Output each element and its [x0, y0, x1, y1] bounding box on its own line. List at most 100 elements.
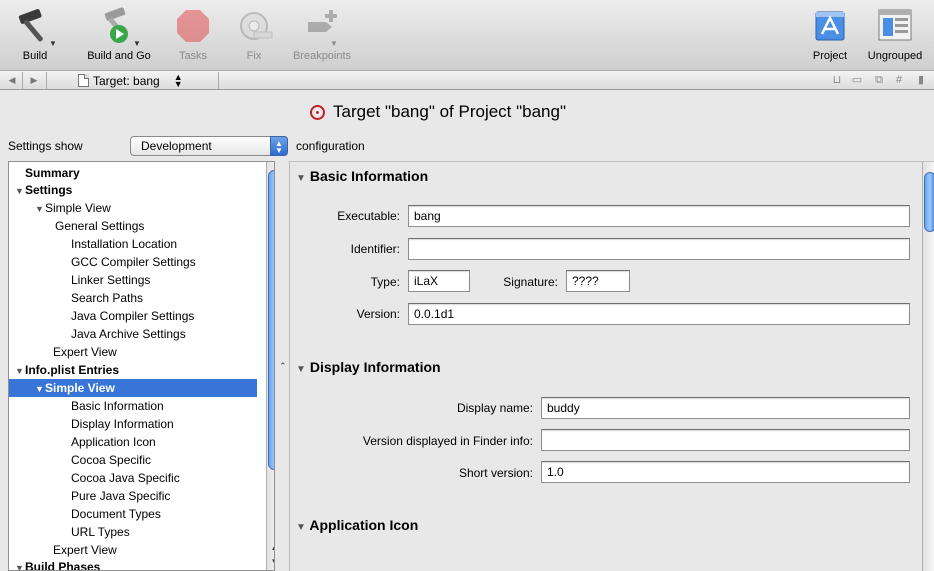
- identifier-label: Identifier:: [350, 242, 400, 256]
- sidebar-item-installation-location[interactable]: Installation Location: [9, 235, 259, 253]
- sidebar-item-java-compiler-settings[interactable]: Java Compiler Settings: [9, 307, 259, 325]
- disclosure-triangle-icon[interactable]: ▼: [15, 559, 25, 570]
- sidebar-item-general-settings[interactable]: General Settings: [9, 217, 259, 235]
- version-label: Version:: [356, 307, 400, 321]
- sidebar-item-gcc-compiler-settings[interactable]: GCC Compiler Settings: [9, 253, 259, 271]
- sidebar-item-build-phases[interactable]: ▼Build Phases: [9, 558, 259, 570]
- sidebar-item-info-plist-entries[interactable]: ▼Info.plist Entries: [9, 361, 259, 379]
- target-icon: [310, 104, 325, 120]
- tasks-button[interactable]: Tasks: [168, 2, 218, 62]
- sidebar-item-label: Simple View: [45, 201, 111, 215]
- type-label: Type:: [370, 275, 400, 289]
- version-field[interactable]: 0.0.1d1: [408, 303, 910, 325]
- sidebar-item-display-information[interactable]: Display Information: [9, 415, 259, 433]
- signature-label: Signature:: [503, 275, 558, 289]
- disclosure-triangle-icon[interactable]: ▼: [296, 522, 306, 533]
- settings-row: Settings show Development ▲ ▼ configurati…: [0, 133, 934, 161]
- configuration-value: Development: [141, 139, 212, 153]
- build-button[interactable]: ▼ Build: [10, 2, 60, 62]
- settings-outline: Summary ▼Settings ▼Simple View General S…: [8, 161, 275, 571]
- path-bar: ◀ ▶ Target: bang ▲ ▼ ⊔ ▭ ⧉ # ▮: [0, 70, 934, 90]
- short-version-field[interactable]: 1.0: [541, 461, 910, 483]
- project-button[interactable]: Project: [804, 2, 856, 62]
- sidebar-scroll-thumb[interactable]: [268, 170, 274, 470]
- sidebar-item-settings[interactable]: ▼Settings: [9, 181, 259, 199]
- split-view-divider[interactable]: ⌃: [275, 161, 289, 571]
- sidebar-item-label: Expert View: [53, 543, 117, 557]
- scroll-up-arrow-icon[interactable]: ▲: [268, 542, 274, 554]
- disclosure-triangle-icon[interactable]: ▼: [15, 362, 25, 380]
- lock-icon[interactable]: ▮: [912, 73, 930, 87]
- forward-arrow-icon[interactable]: ▶: [26, 73, 42, 87]
- detail-scroll-thumb[interactable]: [924, 172, 934, 232]
- breakpoints-button[interactable]: ▼ Breakpoints: [282, 2, 362, 62]
- sidebar-item-expert-view[interactable]: Expert View: [9, 343, 259, 361]
- application-icon-header[interactable]: ▼ Application Icon: [296, 517, 418, 533]
- counterpart-icon[interactable]: ⧉: [870, 73, 888, 87]
- sidebar-item-label: General Settings: [55, 219, 145, 233]
- sidebar-item-label: Info.plist Entries: [25, 363, 120, 377]
- tasks-label: Tasks: [178, 50, 208, 62]
- detail-scrollbar[interactable]: [922, 162, 934, 571]
- disclosure-triangle-icon[interactable]: ▼: [15, 182, 25, 200]
- configuration-suffix: configuration: [296, 139, 365, 153]
- sidebar-item-summary[interactable]: Summary: [9, 164, 259, 182]
- sidebar-item-label: Display Information: [71, 417, 174, 431]
- bookmarks-icon[interactable]: ⊔: [828, 73, 846, 87]
- sidebar-item-basic-information[interactable]: Basic Information: [9, 397, 259, 415]
- breakpoint-icon: ▼: [298, 2, 346, 50]
- disclosure-triangle-icon[interactable]: ▼: [296, 173, 306, 184]
- executable-field[interactable]: bang: [408, 205, 910, 227]
- sidebar-item-search-paths[interactable]: Search Paths: [9, 289, 259, 307]
- sidebar-item-cocoa-specific[interactable]: Cocoa Specific: [9, 451, 259, 469]
- sidebar-item-label: Pure Java Specific: [71, 489, 171, 503]
- sidebar-item-cocoa-java-specific[interactable]: Cocoa Java Specific: [9, 469, 259, 487]
- disclosure-triangle-icon[interactable]: ▼: [35, 380, 45, 398]
- build-and-go-button[interactable]: ▼ Build and Go: [80, 2, 158, 62]
- sidebar-item-label: Summary: [25, 166, 80, 180]
- ungrouped-button[interactable]: Ungrouped: [858, 2, 932, 62]
- sidebar-item-java-archive-settings[interactable]: Java Archive Settings: [9, 325, 259, 343]
- signature-field[interactable]: ????: [566, 270, 630, 292]
- sidebar-item-document-types[interactable]: Document Types: [9, 505, 259, 523]
- scroll-down-arrow-icon[interactable]: ▼: [268, 556, 274, 568]
- sidebar-item-expert-view-2[interactable]: Expert View: [9, 541, 259, 559]
- project-label: Project: [812, 50, 848, 62]
- sidebar-item-label: GCC Compiler Settings: [71, 255, 196, 269]
- display-name-field[interactable]: buddy: [541, 397, 910, 419]
- splitter-handle-icon: ⌃: [279, 361, 287, 371]
- disclosure-triangle-icon[interactable]: ▼: [35, 200, 45, 218]
- fix-button[interactable]: Fix: [230, 2, 278, 62]
- svg-text:▼: ▼: [330, 39, 338, 48]
- back-arrow-icon[interactable]: ◀: [4, 73, 20, 87]
- includes-icon[interactable]: #: [890, 73, 908, 87]
- page-title-text: Target "bang" of Project "bang": [333, 102, 567, 121]
- finder-version-field[interactable]: [541, 429, 910, 451]
- sidebar-scrollbar[interactable]: ▲ ▼: [266, 162, 274, 570]
- toolbar: ▼ Build ▼ Build and Go Tasks Fix ▼ Break…: [0, 0, 934, 70]
- stop-sign-icon: [169, 2, 217, 50]
- fix-label: Fix: [246, 50, 262, 62]
- sidebar-item-simple-view[interactable]: ▼Simple View: [9, 199, 259, 217]
- target-popup[interactable]: Target: bang ▲ ▼: [78, 72, 183, 89]
- display-information-header[interactable]: ▼ Display Information: [296, 359, 441, 375]
- type-field[interactable]: iLaX: [408, 270, 470, 292]
- breakpoints-label: Breakpoints: [292, 50, 352, 62]
- configuration-popup[interactable]: Development ▲ ▼: [130, 136, 288, 156]
- breakpoints-menu-icon[interactable]: ▭: [848, 73, 866, 87]
- sidebar-item-application-icon[interactable]: Application Icon: [9, 433, 259, 451]
- sidebar-item-linker-settings[interactable]: Linker Settings: [9, 271, 259, 289]
- basic-information-header[interactable]: ▼ Basic Information: [296, 168, 428, 184]
- sidebar-item-label: Settings: [25, 183, 73, 197]
- build-and-go-label: Build and Go: [87, 50, 151, 62]
- project-icon: [806, 2, 854, 50]
- popup-arrows-icon: ▲ ▼: [270, 136, 288, 156]
- section-title: Application Icon: [309, 517, 419, 533]
- sidebar-item-pure-java-specific[interactable]: Pure Java Specific: [9, 487, 259, 505]
- section-title: Display Information: [309, 359, 441, 375]
- bandage-icon: [230, 2, 278, 50]
- sidebar-item-simple-view-selected[interactable]: ▼Simple View: [9, 379, 257, 397]
- disclosure-triangle-icon[interactable]: ▼: [296, 364, 306, 375]
- sidebar-item-url-types[interactable]: URL Types: [9, 523, 259, 541]
- identifier-field[interactable]: [408, 238, 910, 260]
